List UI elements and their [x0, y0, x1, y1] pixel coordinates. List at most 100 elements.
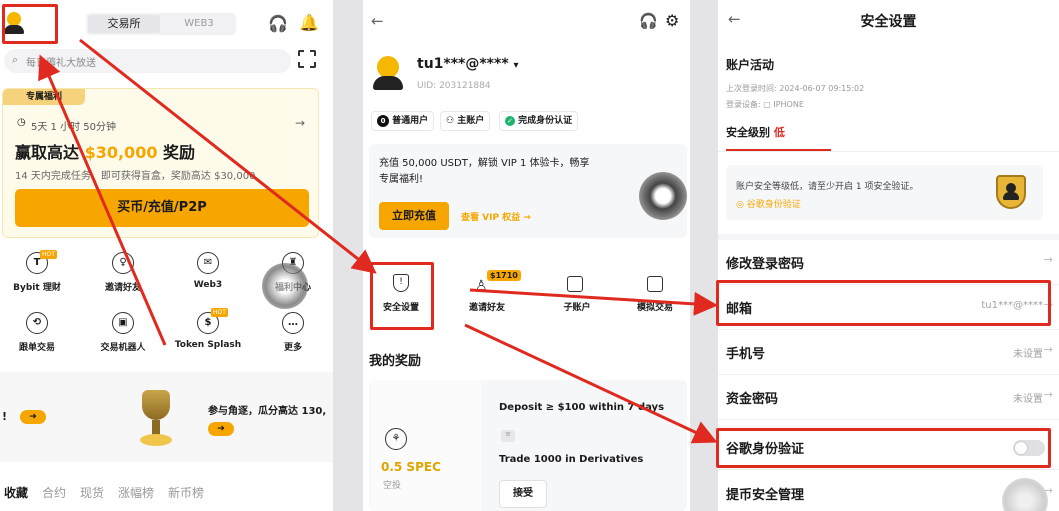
grid-label: Token Splash: [174, 340, 242, 350]
chip-regular-user[interactable]: 0 普通用户: [371, 111, 435, 131]
task-icon: ≡: [501, 430, 515, 442]
row-phone[interactable]: 手机号 未设置 →: [718, 331, 1059, 375]
arrow-right-icon[interactable]: →: [295, 116, 305, 130]
shortcut-label: 模拟交易: [636, 303, 673, 313]
info-icon: ◎: [736, 200, 744, 210]
shortcut-subaccount[interactable]: 子账户: [547, 270, 607, 320]
row-value: 未设置: [1013, 349, 1043, 360]
login-device: 登录设备: ▢ IPHONE: [726, 100, 804, 109]
web3-icon: ✉: [197, 252, 219, 274]
headset-icon[interactable]: 🎧: [268, 14, 288, 33]
shield-badge-icon: [996, 175, 1026, 209]
accept-button[interactable]: 接受: [499, 480, 547, 508]
trophy-image: [132, 390, 180, 452]
buy-button[interactable]: 买币/充值/P2P: [15, 189, 309, 227]
countdown: 5天 1 小时 50分钟: [31, 122, 116, 133]
copy-trading-icon: ⟲: [26, 312, 48, 334]
tab-futures[interactable]: 合约: [42, 484, 66, 501]
headset-icon[interactable]: 🎧: [639, 12, 658, 30]
tab-spot[interactable]: 现货: [80, 484, 104, 501]
row-label: 手机号: [726, 347, 766, 362]
tab-favorites[interactable]: 收藏: [4, 484, 28, 501]
task-2: Trade 1000 in Derivatives: [499, 454, 644, 465]
grid-label: Bybit 理财: [13, 283, 61, 293]
search-bar[interactable]: ⌕ 每日薅礼大放送: [4, 49, 291, 73]
shortcut-label: 子账户: [563, 303, 591, 313]
highlight-email-row: [716, 280, 1051, 326]
grid-item-copy-trading[interactable]: ⟲ 跟单交易: [18, 312, 58, 358]
banner-left-text: !: [2, 410, 8, 423]
search-placeholder: 每日薅礼大放送: [26, 58, 96, 69]
rewards-title: 我的奖励: [369, 354, 422, 369]
bell-icon[interactable]: 🔔: [299, 13, 319, 32]
security-notice[interactable]: 账户安全等级低，请至少开启 1 项安全验证。 ◎ 谷歌身份验证: [726, 165, 1043, 220]
notice-text: 账户安全等级低，请至少开启 1 项安全验证。: [736, 182, 919, 192]
highlight-google-auth-row: [716, 428, 1051, 468]
back-arrow-icon[interactable]: ←: [371, 12, 384, 30]
tab-web3[interactable]: WEB3: [164, 15, 234, 33]
hot-badge: HOT: [40, 250, 57, 259]
shortcut-label: 邀请好友: [468, 303, 505, 313]
grid-label: Web3: [193, 280, 223, 290]
banner-text: 参与角逐，瓜分高达 130,: [208, 406, 327, 417]
banner-arrow-button[interactable]: ➜: [20, 410, 46, 424]
highlight-security-settings: [370, 262, 434, 330]
row-label: 资金密码: [726, 392, 779, 407]
scan-icon[interactable]: [298, 50, 316, 68]
row-fund-password[interactable]: 资金密码 未设置 →: [718, 376, 1059, 420]
zero-icon: 0: [377, 115, 389, 127]
grid-item-more[interactable]: … 更多: [274, 312, 314, 358]
row-label: 提币安全管理: [726, 488, 805, 503]
vip-card[interactable]: 充值 50,000 USDT，解锁 VIP 1 体验卡，畅享 专属福利! 立即充…: [369, 144, 687, 238]
grid-item-token-splash[interactable]: $ HOT Token Splash: [175, 308, 241, 358]
uid[interactable]: UID: 203121884: [417, 81, 491, 91]
home-screen: 交易所 WEB3 🎧 🔔 ⌕ 每日薅礼大放送 专属福利 ◷ 5天 1 小时 50…: [0, 0, 333, 511]
activity-title: 账户活动: [726, 58, 775, 72]
shortcut-invite[interactable]: $1710 ♙ 邀请好友: [457, 270, 521, 320]
reward-coupon: ⚘ 0.5 SPEC 空投: [371, 380, 481, 511]
shortcut-demo-trading[interactable]: 模拟交易: [625, 270, 685, 320]
tab-new-listings[interactable]: 新币榜: [168, 484, 204, 501]
profile-screen: ← 🎧 ⚙ tu1***@**** ▾ UID: 203121884 0 普通用…: [363, 0, 690, 511]
chevron-right-icon: →: [1043, 253, 1053, 266]
notice-link[interactable]: ◎ 谷歌身份验证: [736, 197, 801, 210]
market-tabs: 收藏 合约 现货 涨幅榜 新币榜: [0, 484, 333, 504]
check-circle-icon: ✓: [505, 116, 515, 126]
grid-label: 交易机器人: [100, 343, 146, 353]
tab-exchange[interactable]: 交易所: [88, 15, 160, 33]
deposit-now-button[interactable]: 立即充值: [379, 202, 449, 230]
grid-item-invite[interactable]: ♀ 邀请好友: [104, 252, 144, 298]
row-change-password[interactable]: 修改登录密码 →: [718, 241, 1059, 285]
clock-icon: ◷: [17, 117, 26, 128]
search-icon: ⌕: [12, 53, 19, 66]
grid-item-bot[interactable]: ▣ 交易机器人: [100, 312, 146, 358]
vip-benefits-link[interactable]: 查看 VIP 权益 →: [461, 210, 531, 223]
reward-badge: $1710: [487, 270, 521, 281]
chip-kyc-verified[interactable]: ✓ 完成身份认证: [499, 111, 579, 131]
settings-icon[interactable]: ⚙: [665, 11, 679, 30]
user-icon: ♙: [475, 278, 488, 294]
grid-label: 跟单交易: [18, 343, 55, 353]
task-1: Deposit ≥ $100 within 7 days: [499, 402, 665, 413]
reward-type: 空投: [383, 481, 402, 491]
banner[interactable]: ! ➜ 参与角逐，瓜分高达 130, ➜: [0, 372, 333, 462]
promo-card[interactable]: 专属福利 ◷ 5天 1 小时 50分钟 → 赢取高达 $30,000 奖励 14…: [2, 88, 319, 238]
bot-icon: ▣: [112, 312, 134, 334]
chip-main-account[interactable]: ⚇ 主账户: [440, 111, 491, 131]
gift-icon: ⚘: [385, 428, 407, 450]
user-icon: ♀: [112, 252, 134, 274]
user-switch-icon: ⚇: [446, 116, 455, 126]
chevron-right-icon: →: [1043, 388, 1053, 401]
tab-gainers[interactable]: 涨幅榜: [118, 484, 154, 501]
grid-item-earn[interactable]: T HOT Bybit 理财: [13, 250, 61, 298]
user-name[interactable]: tu1***@**** ▾: [417, 56, 519, 72]
profile-avatar[interactable]: [373, 56, 403, 90]
grid-item-web3[interactable]: ✉ Web3: [189, 252, 229, 298]
vip-text: 充值 50,000 USDT，解锁 VIP 1 体验卡，畅享 专属福利!: [379, 158, 590, 185]
security-level: 安全级别 低: [726, 126, 785, 139]
demo-icon: [647, 276, 663, 292]
promo-title: 赢取高达 $30,000 奖励: [15, 143, 196, 162]
banner-go-button[interactable]: ➜: [208, 422, 234, 436]
reward-card[interactable]: ⚘ 0.5 SPEC 空投 Deposit ≥ $100 within 7 da…: [369, 380, 687, 511]
exchange-web3-switch: 交易所 WEB3: [86, 13, 236, 35]
